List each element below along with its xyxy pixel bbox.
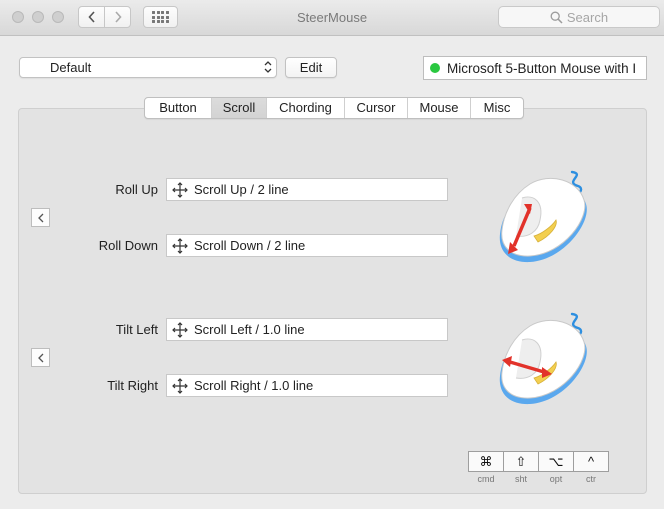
- search-placeholder: Search: [566, 9, 609, 25]
- tab-cursor[interactable]: Cursor: [344, 98, 407, 118]
- search-field[interactable]: Search: [498, 6, 660, 28]
- modifier-cmd-toggle[interactable]: ⌘: [468, 451, 504, 472]
- tab-button[interactable]: Button: [145, 98, 211, 118]
- mouse-tilt-illustration: [499, 312, 587, 405]
- roll-prev-button[interactable]: [31, 208, 50, 227]
- roll-down-value: Scroll Down / 2 line: [194, 238, 306, 253]
- roll-down-action[interactable]: Scroll Down / 2 line: [166, 234, 448, 257]
- edit-button[interactable]: Edit: [285, 57, 337, 78]
- roll-down-label: Roll Down: [98, 238, 158, 253]
- modifier-labels: cmd sht opt ctr: [468, 474, 609, 484]
- updown-chevron-icon: [264, 61, 272, 73]
- magnifier-icon: [550, 11, 563, 24]
- move-arrows-icon: [172, 181, 188, 198]
- move-arrows-icon: [172, 237, 188, 254]
- tilt-right-label: Tilt Right: [107, 378, 158, 393]
- modifier-shift-toggle[interactable]: ⇧: [503, 451, 539, 472]
- title-bar: SteerMouse Search: [0, 0, 664, 36]
- device-indicator: Microsoft 5-Button Mouse with I: [423, 56, 647, 80]
- tab-scroll[interactable]: Scroll: [211, 98, 266, 118]
- roll-up-action[interactable]: Scroll Up / 2 line: [166, 178, 448, 201]
- tab-bar: Button Scroll Chording Cursor Mouse Misc: [144, 97, 524, 119]
- settings-panel: [18, 108, 647, 494]
- tilt-prev-button[interactable]: [31, 348, 50, 367]
- tilt-right-value: Scroll Right / 1.0 line: [194, 378, 314, 393]
- chevron-left-icon: [37, 353, 43, 362]
- tab-mouse[interactable]: Mouse: [407, 98, 470, 118]
- modifier-cmd-label: cmd: [477, 474, 495, 484]
- modifier-keys: ⌘ ⇧ ⌥ ^: [468, 451, 609, 472]
- move-arrows-icon: [172, 377, 188, 394]
- mouse-roll-illustration: [499, 170, 587, 263]
- tilt-left-action[interactable]: Scroll Left / 1.0 line: [166, 318, 448, 341]
- tab-misc[interactable]: Misc: [470, 98, 523, 118]
- roll-up-label: Roll Up: [115, 182, 158, 197]
- device-name: Microsoft 5-Button Mouse with I: [447, 60, 637, 76]
- chevron-left-icon: [37, 213, 43, 222]
- modifier-option-label: opt: [549, 474, 563, 484]
- tilt-left-value: Scroll Left / 1.0 line: [194, 322, 305, 337]
- tilt-left-label: Tilt Left: [115, 322, 158, 337]
- move-arrows-icon: [172, 321, 188, 338]
- modifier-shift-label: sht: [514, 474, 527, 484]
- profile-select[interactable]: Default: [19, 57, 277, 78]
- modifier-option-toggle[interactable]: ⌥: [538, 451, 574, 472]
- modifier-control-toggle[interactable]: ^: [573, 451, 609, 472]
- modifier-control-label: ctr: [586, 474, 596, 484]
- tab-chording[interactable]: Chording: [266, 98, 344, 118]
- profile-value: Default: [50, 60, 92, 75]
- tilt-right-action[interactable]: Scroll Right / 1.0 line: [166, 374, 448, 397]
- status-dot-icon: [430, 63, 440, 73]
- roll-up-value: Scroll Up / 2 line: [194, 182, 289, 197]
